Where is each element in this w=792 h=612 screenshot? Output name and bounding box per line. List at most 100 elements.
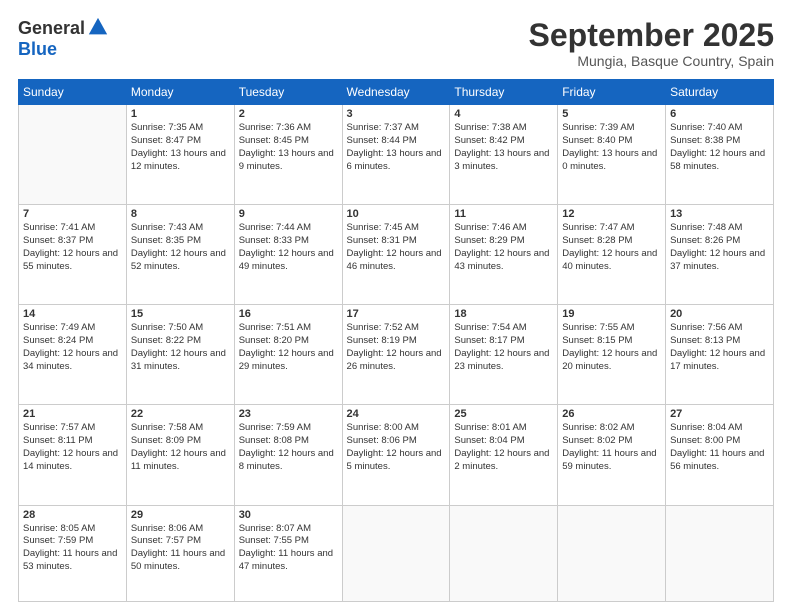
day-cell-0-2: 2 Sunrise: 7:36 AMSunset: 8:45 PMDayligh… bbox=[234, 105, 342, 205]
day-cell-4-3 bbox=[342, 505, 450, 601]
day-cell-1-0: 7 Sunrise: 7:41 AMSunset: 8:37 PMDayligh… bbox=[19, 205, 127, 305]
day-cell-1-6: 13 Sunrise: 7:48 AMSunset: 8:26 PMDaylig… bbox=[666, 205, 774, 305]
logo-icon bbox=[87, 16, 109, 38]
day-cell-3-5: 26 Sunrise: 8:02 AMSunset: 8:02 PMDaylig… bbox=[558, 405, 666, 505]
day-info: Sunrise: 7:36 AMSunset: 8:45 PMDaylight:… bbox=[239, 122, 334, 171]
day-info: Sunrise: 7:58 AMSunset: 8:09 PMDaylight:… bbox=[131, 422, 226, 471]
header-friday: Friday bbox=[558, 80, 666, 105]
week-row-2: 14 Sunrise: 7:49 AMSunset: 8:24 PMDaylig… bbox=[19, 305, 774, 405]
day-cell-3-6: 27 Sunrise: 8:04 AMSunset: 8:00 PMDaylig… bbox=[666, 405, 774, 505]
day-cell-3-2: 23 Sunrise: 7:59 AMSunset: 8:08 PMDaylig… bbox=[234, 405, 342, 505]
day-number: 7 bbox=[23, 208, 122, 220]
day-cell-3-4: 25 Sunrise: 8:01 AMSunset: 8:04 PMDaylig… bbox=[450, 405, 558, 505]
day-cell-4-6 bbox=[666, 505, 774, 601]
day-cell-0-1: 1 Sunrise: 7:35 AMSunset: 8:47 PMDayligh… bbox=[126, 105, 234, 205]
header: General Blue September 2025 Mungia, Basq… bbox=[18, 18, 774, 69]
week-row-1: 7 Sunrise: 7:41 AMSunset: 8:37 PMDayligh… bbox=[19, 205, 774, 305]
day-number: 16 bbox=[239, 308, 338, 320]
day-number: 8 bbox=[131, 208, 230, 220]
day-cell-4-0: 28 Sunrise: 8:05 AMSunset: 7:59 PMDaylig… bbox=[19, 505, 127, 601]
header-saturday: Saturday bbox=[666, 80, 774, 105]
day-info: Sunrise: 7:55 AMSunset: 8:15 PMDaylight:… bbox=[562, 322, 657, 371]
week-row-0: 1 Sunrise: 7:35 AMSunset: 8:47 PMDayligh… bbox=[19, 105, 774, 205]
day-info: Sunrise: 7:47 AMSunset: 8:28 PMDaylight:… bbox=[562, 222, 657, 271]
day-number: 5 bbox=[562, 108, 661, 120]
day-cell-0-0 bbox=[19, 105, 127, 205]
day-cell-0-3: 3 Sunrise: 7:37 AMSunset: 8:44 PMDayligh… bbox=[342, 105, 450, 205]
day-info: Sunrise: 8:01 AMSunset: 8:04 PMDaylight:… bbox=[454, 422, 549, 471]
day-cell-2-0: 14 Sunrise: 7:49 AMSunset: 8:24 PMDaylig… bbox=[19, 305, 127, 405]
page: General Blue September 2025 Mungia, Basq… bbox=[0, 0, 792, 612]
day-number: 17 bbox=[347, 308, 446, 320]
day-info: Sunrise: 7:54 AMSunset: 8:17 PMDaylight:… bbox=[454, 322, 549, 371]
day-cell-2-3: 17 Sunrise: 7:52 AMSunset: 8:19 PMDaylig… bbox=[342, 305, 450, 405]
header-tuesday: Tuesday bbox=[234, 80, 342, 105]
day-number: 28 bbox=[23, 509, 122, 521]
month-title: September 2025 bbox=[529, 18, 774, 53]
day-cell-1-1: 8 Sunrise: 7:43 AMSunset: 8:35 PMDayligh… bbox=[126, 205, 234, 305]
day-info: Sunrise: 7:48 AMSunset: 8:26 PMDaylight:… bbox=[670, 222, 765, 271]
header-wednesday: Wednesday bbox=[342, 80, 450, 105]
day-info: Sunrise: 8:06 AMSunset: 7:57 PMDaylight:… bbox=[131, 523, 225, 572]
day-info: Sunrise: 7:59 AMSunset: 8:08 PMDaylight:… bbox=[239, 422, 334, 471]
day-cell-3-3: 24 Sunrise: 8:00 AMSunset: 8:06 PMDaylig… bbox=[342, 405, 450, 505]
day-number: 19 bbox=[562, 308, 661, 320]
day-cell-2-4: 18 Sunrise: 7:54 AMSunset: 8:17 PMDaylig… bbox=[450, 305, 558, 405]
day-number: 1 bbox=[131, 108, 230, 120]
day-cell-4-2: 30 Sunrise: 8:07 AMSunset: 7:55 PMDaylig… bbox=[234, 505, 342, 601]
day-cell-4-1: 29 Sunrise: 8:06 AMSunset: 7:57 PMDaylig… bbox=[126, 505, 234, 601]
header-sunday: Sunday bbox=[19, 80, 127, 105]
day-info: Sunrise: 7:44 AMSunset: 8:33 PMDaylight:… bbox=[239, 222, 334, 271]
subtitle: Mungia, Basque Country, Spain bbox=[529, 53, 774, 69]
day-number: 20 bbox=[670, 308, 769, 320]
logo-general-text: General bbox=[18, 18, 85, 39]
day-number: 14 bbox=[23, 308, 122, 320]
logo-blue-text: Blue bbox=[18, 39, 57, 60]
week-row-4: 28 Sunrise: 8:05 AMSunset: 7:59 PMDaylig… bbox=[19, 505, 774, 601]
day-info: Sunrise: 7:56 AMSunset: 8:13 PMDaylight:… bbox=[670, 322, 765, 371]
day-cell-2-1: 15 Sunrise: 7:50 AMSunset: 8:22 PMDaylig… bbox=[126, 305, 234, 405]
day-cell-3-1: 22 Sunrise: 7:58 AMSunset: 8:09 PMDaylig… bbox=[126, 405, 234, 505]
day-cell-1-2: 9 Sunrise: 7:44 AMSunset: 8:33 PMDayligh… bbox=[234, 205, 342, 305]
day-info: Sunrise: 8:04 AMSunset: 8:00 PMDaylight:… bbox=[670, 422, 764, 471]
day-info: Sunrise: 7:39 AMSunset: 8:40 PMDaylight:… bbox=[562, 122, 657, 171]
day-info: Sunrise: 7:40 AMSunset: 8:38 PMDaylight:… bbox=[670, 122, 765, 171]
day-number: 26 bbox=[562, 408, 661, 420]
day-number: 2 bbox=[239, 108, 338, 120]
day-number: 10 bbox=[347, 208, 446, 220]
day-number: 11 bbox=[454, 208, 553, 220]
day-number: 9 bbox=[239, 208, 338, 220]
day-cell-0-5: 5 Sunrise: 7:39 AMSunset: 8:40 PMDayligh… bbox=[558, 105, 666, 205]
day-info: Sunrise: 7:49 AMSunset: 8:24 PMDaylight:… bbox=[23, 322, 118, 371]
day-info: Sunrise: 7:52 AMSunset: 8:19 PMDaylight:… bbox=[347, 322, 442, 371]
day-number: 15 bbox=[131, 308, 230, 320]
day-cell-4-5 bbox=[558, 505, 666, 601]
day-cell-1-4: 11 Sunrise: 7:46 AMSunset: 8:29 PMDaylig… bbox=[450, 205, 558, 305]
day-number: 18 bbox=[454, 308, 553, 320]
header-thursday: Thursday bbox=[450, 80, 558, 105]
day-info: Sunrise: 7:45 AMSunset: 8:31 PMDaylight:… bbox=[347, 222, 442, 271]
day-number: 23 bbox=[239, 408, 338, 420]
day-cell-2-2: 16 Sunrise: 7:51 AMSunset: 8:20 PMDaylig… bbox=[234, 305, 342, 405]
day-info: Sunrise: 7:43 AMSunset: 8:35 PMDaylight:… bbox=[131, 222, 226, 271]
day-cell-0-4: 4 Sunrise: 7:38 AMSunset: 8:42 PMDayligh… bbox=[450, 105, 558, 205]
day-cell-1-5: 12 Sunrise: 7:47 AMSunset: 8:28 PMDaylig… bbox=[558, 205, 666, 305]
day-number: 6 bbox=[670, 108, 769, 120]
title-block: September 2025 Mungia, Basque Country, S… bbox=[529, 18, 774, 69]
day-number: 13 bbox=[670, 208, 769, 220]
day-info: Sunrise: 7:51 AMSunset: 8:20 PMDaylight:… bbox=[239, 322, 334, 371]
header-monday: Monday bbox=[126, 80, 234, 105]
day-number: 29 bbox=[131, 509, 230, 521]
day-cell-0-6: 6 Sunrise: 7:40 AMSunset: 8:38 PMDayligh… bbox=[666, 105, 774, 205]
day-cell-4-4 bbox=[450, 505, 558, 601]
day-cell-1-3: 10 Sunrise: 7:45 AMSunset: 8:31 PMDaylig… bbox=[342, 205, 450, 305]
logo: General Blue bbox=[18, 18, 109, 60]
day-number: 25 bbox=[454, 408, 553, 420]
day-info: Sunrise: 7:50 AMSunset: 8:22 PMDaylight:… bbox=[131, 322, 226, 371]
day-info: Sunrise: 8:00 AMSunset: 8:06 PMDaylight:… bbox=[347, 422, 442, 471]
day-info: Sunrise: 8:07 AMSunset: 7:55 PMDaylight:… bbox=[239, 523, 333, 572]
day-cell-3-0: 21 Sunrise: 7:57 AMSunset: 8:11 PMDaylig… bbox=[19, 405, 127, 505]
day-number: 27 bbox=[670, 408, 769, 420]
day-info: Sunrise: 7:35 AMSunset: 8:47 PMDaylight:… bbox=[131, 122, 226, 171]
day-info: Sunrise: 7:46 AMSunset: 8:29 PMDaylight:… bbox=[454, 222, 549, 271]
